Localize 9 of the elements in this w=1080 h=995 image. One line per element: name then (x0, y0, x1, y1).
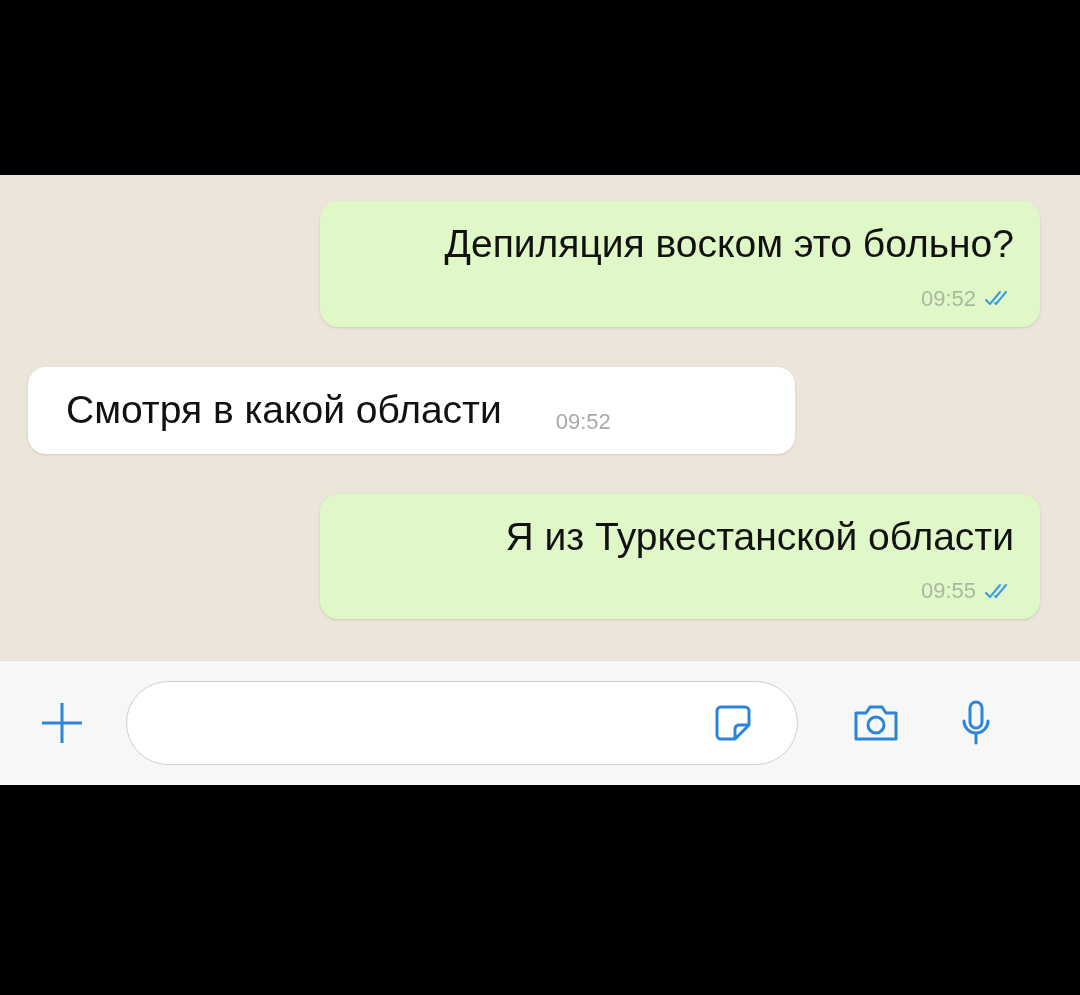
message-text: Депиляция воском это больно? (444, 221, 1014, 267)
message-time: 09:52 (920, 284, 976, 313)
message-text: Я из Туркестанской области (505, 513, 1014, 560)
microphone-icon[interactable] (960, 699, 992, 747)
message-time: 09:55 (920, 577, 976, 605)
camera-icon[interactable] (852, 703, 900, 743)
message-time: 09:52 (555, 407, 611, 436)
message-text: Смотря в какой области (66, 386, 502, 433)
sticker-icon[interactable] (713, 703, 753, 743)
